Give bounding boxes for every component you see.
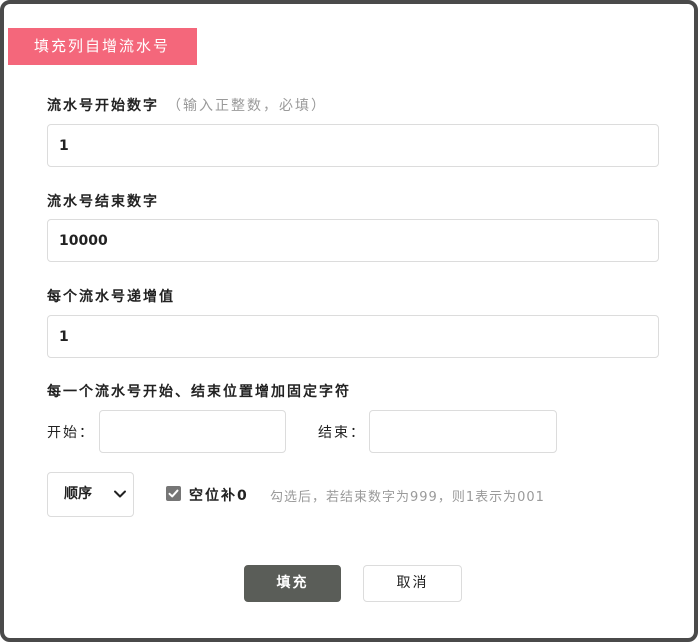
affix-label: 每一个流水号开始、结束位置增加固定字符: [47, 384, 351, 400]
end-number-label: 流水号结束数字: [47, 194, 159, 210]
increment-input[interactable]: [47, 315, 659, 358]
zero-pad-hint: 勾选后，若结束数字为999，则1表示为001: [270, 490, 545, 505]
zero-pad-label[interactable]: 空位补0: [189, 485, 249, 505]
cancel-button[interactable]: 取消: [363, 565, 462, 602]
prefix-label: 开始：: [47, 425, 95, 441]
start-number-input[interactable]: [47, 124, 659, 167]
order-select-value: 顺序: [64, 486, 92, 502]
start-number-hint: （输入正整数，必填）: [167, 98, 327, 114]
start-number-label: 流水号开始数字 （输入正整数，必填）: [47, 95, 327, 115]
end-number-input[interactable]: [47, 219, 659, 262]
dialog: 填充列自增流水号 流水号开始数字 （输入正整数，必填） 流水号结束数字 每个流水号…: [0, 0, 698, 642]
background-edge-marks: [689, 64, 695, 376]
chevron-down-icon: [114, 490, 126, 498]
zero-pad-checkbox[interactable]: [166, 486, 181, 501]
start-number-label-text: 流水号开始数字: [47, 98, 159, 114]
suffix-input[interactable]: [369, 410, 557, 453]
checkmark-icon: [168, 489, 179, 498]
dialog-title: 填充列自增流水号: [8, 28, 197, 65]
suffix-label: 结束：: [318, 425, 366, 441]
prefix-input[interactable]: [99, 410, 286, 453]
order-select[interactable]: 顺序: [47, 472, 134, 517]
increment-label: 每个流水号递增值: [47, 289, 175, 305]
fill-button[interactable]: 填充: [244, 565, 341, 602]
